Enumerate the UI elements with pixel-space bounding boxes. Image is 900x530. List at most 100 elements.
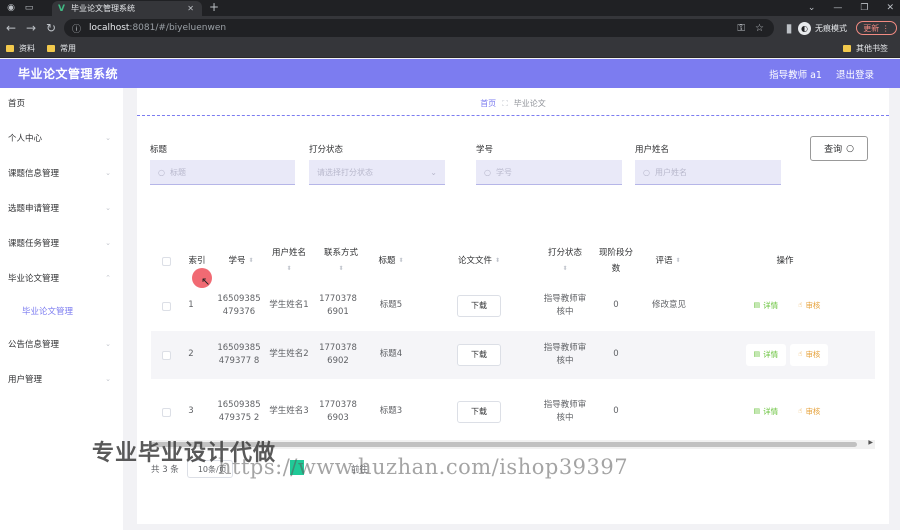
other-bookmarks[interactable]: 其他书签 (843, 43, 888, 54)
row-checkbox[interactable] (159, 331, 173, 379)
col-status[interactable]: 打分状态 ⬍ (543, 238, 587, 284)
sort-icon[interactable]: ⬍ (495, 253, 500, 269)
col-score[interactable]: 现阶段分数 (595, 238, 637, 284)
minimize-icon[interactable]: — (833, 3, 842, 13)
filter-status-select[interactable]: 请选择打分状态 ⌄ (309, 160, 445, 185)
cell-actions: ▤ 详情 ☝ 审核 (737, 282, 837, 330)
side-panel-icon[interactable]: ▮ (780, 21, 798, 35)
browser-tab[interactable]: V 毕业论文管理系统 ✕ (52, 1, 202, 16)
audit-button[interactable]: ☝ 审核 (790, 401, 828, 423)
sort-icon[interactable]: ⬍ (398, 253, 403, 269)
col-contact[interactable]: 联系方式 ⬍ (317, 238, 365, 284)
sidebar-item-label: 首页 (8, 99, 26, 109)
cell-file: 下载 (454, 388, 504, 436)
chevron-down-icon: ⌄ (105, 375, 111, 383)
audit-button[interactable]: ☝ 审核 (790, 295, 828, 317)
filter-status-label: 打分状态 (309, 145, 344, 155)
close-window-icon[interactable]: ✕ (886, 3, 894, 13)
site-info-icon[interactable]: ⓘ (72, 22, 81, 35)
cell-comment: 修改意见 (651, 300, 686, 311)
breadcrumb-home[interactable]: 首页 (480, 98, 496, 109)
chevron-down-icon[interactable]: ⌄ (808, 3, 816, 13)
col-title[interactable]: 标题 ⬍ (371, 238, 411, 284)
sidebar-item-thesis[interactable]: 毕业论文管理 ⌃ (0, 263, 123, 293)
sidebar-item-home[interactable]: 首页 (0, 88, 123, 118)
reload-icon[interactable]: ↻ (42, 21, 60, 35)
close-tab-icon[interactable]: ✕ (187, 4, 194, 13)
detail-button[interactable]: ▤ 详情 (746, 401, 787, 423)
other-bookmarks-label: 其他书签 (856, 44, 888, 53)
download-button[interactable]: 下载 (457, 295, 501, 317)
mouse-pointer-icon: ↖ (201, 275, 211, 288)
search-icon: ○ (484, 167, 491, 177)
scroll-right-icon[interactable]: ▶ (868, 439, 873, 446)
divider (137, 115, 889, 116)
new-tab-icon[interactable]: + (209, 0, 219, 16)
col-user-name[interactable]: 用户姓名 ⬍ (269, 238, 309, 284)
search-icon: ○ (158, 167, 165, 177)
filter-title-input[interactable]: ○ 标题 (150, 160, 295, 185)
bookmark-folder-changyong[interactable]: 常用 (47, 43, 76, 54)
query-button[interactable]: 查询 ○ (810, 136, 868, 161)
detail-button[interactable]: ▤ 详情 (745, 344, 787, 366)
col-file[interactable]: 论文文件 ⬍ (445, 238, 513, 284)
detail-button[interactable]: ▤ 详情 (746, 295, 787, 317)
checkbox[interactable] (161, 301, 171, 311)
window-controls: ⌄ — ❐ ✕ (808, 0, 894, 16)
restore-icon[interactable]: ❐ (860, 3, 868, 13)
incognito-indicator[interactable]: ◐ 无痕模式 (798, 20, 847, 36)
checkbox[interactable] (161, 350, 171, 360)
sidebar-item-notice[interactable]: 公告信息管理 ⌄ (0, 329, 123, 359)
cell-student-no: 16509385479375 2 (217, 399, 261, 424)
filter-username-input[interactable]: ○ 用户姓名 (635, 160, 781, 185)
sort-icon[interactable]: ⬍ (675, 253, 680, 269)
row-checkbox[interactable] (159, 282, 173, 330)
sidebar-item-users[interactable]: 用户管理 ⌄ (0, 364, 123, 394)
logout-link[interactable]: 退出登录 (836, 67, 874, 81)
select-all-checkbox[interactable] (159, 238, 173, 284)
cell-score: 0 (613, 300, 619, 311)
download-button[interactable]: 下载 (457, 401, 501, 423)
back-icon[interactable]: ← (2, 21, 20, 35)
filter-student-no-input[interactable]: ○ 学号 (476, 160, 622, 185)
row-checkbox[interactable] (159, 388, 173, 436)
cell-score: 0 (613, 349, 619, 360)
filter-student-no-placeholder: 学号 (495, 167, 512, 177)
tab-title: 毕业论文管理系统 (70, 4, 135, 13)
sort-icon[interactable]: ⬍ (562, 261, 567, 277)
sidebar-item-topic-apply[interactable]: 选题申请管理 ⌄ (0, 193, 123, 223)
update-label: 更新 (863, 23, 880, 33)
sidebar-item-label: 用户管理 (8, 375, 43, 385)
checkbox[interactable] (161, 256, 171, 266)
cell-index: 3 (188, 406, 194, 417)
audit-button[interactable]: ☝ 审核 (790, 344, 829, 366)
chevron-down-icon: ⌄ (105, 340, 111, 348)
bookmark-folder-ziliao[interactable]: 资料 (6, 43, 35, 54)
update-button[interactable]: 更新 ⋮ (856, 21, 897, 35)
sidebar-item-topic-info[interactable]: 课题信息管理 ⌄ (0, 158, 123, 188)
url-bar[interactable]: ⓘ localhost :8081/#/biyeluenwen ⚿ ☆ (64, 19, 774, 37)
tab-search-icon[interactable]: ▭ (22, 1, 36, 15)
cell-contact: 17703786901 (319, 293, 357, 318)
cell-title: 标题3 (379, 406, 403, 417)
col-student-no[interactable]: 学号 ⬍ (217, 238, 265, 284)
browser-menu-icon[interactable]: ◉ (4, 1, 18, 15)
star-icon[interactable]: ☆ (755, 23, 764, 34)
forward-icon[interactable]: → (22, 21, 40, 35)
sort-icon[interactable]: ⬍ (286, 261, 291, 277)
sidebar-subitem-thesis-manage[interactable]: 毕业论文管理 (0, 296, 123, 326)
sidebar-item-profile[interactable]: 个人中心 ⌄ (0, 123, 123, 153)
key-icon[interactable]: ⚿ (737, 23, 745, 34)
checkbox[interactable] (161, 407, 171, 417)
cell-index: 2 (188, 349, 194, 360)
cell-status: 指导教师审核中 (543, 293, 587, 318)
sort-icon[interactable]: ⬍ (248, 253, 253, 269)
cell-user-name: 学生姓名2 (269, 349, 309, 360)
sidebar-item-topic-task[interactable]: 课题任务管理 ⌄ (0, 228, 123, 258)
folder-icon (843, 45, 851, 52)
col-label: 索引 (188, 256, 206, 266)
download-button[interactable]: 下载 (457, 344, 501, 366)
sort-icon[interactable]: ⬍ (338, 261, 343, 277)
table-row: 2 16509385479377 8 学生姓名2 17703786902 标题4… (151, 331, 875, 379)
col-comment[interactable]: 评语 ⬍ (647, 238, 689, 284)
